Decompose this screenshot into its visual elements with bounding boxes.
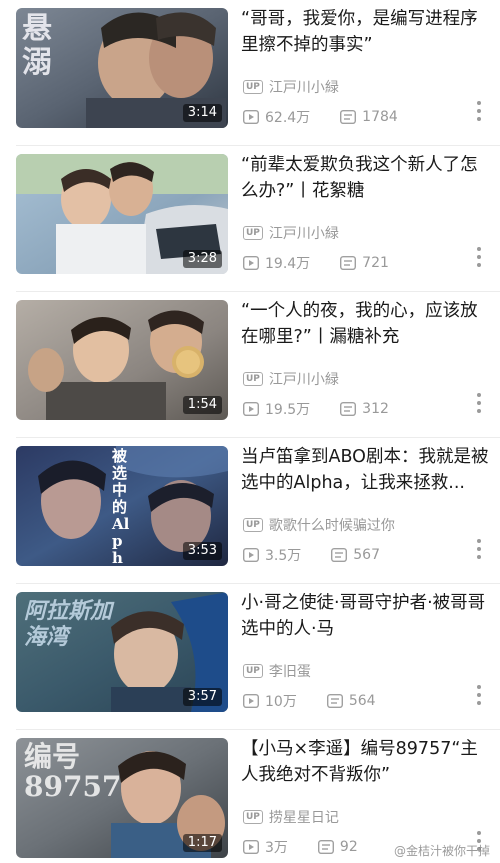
video-duration: 3:28 <box>182 250 222 268</box>
comment-count: 312 <box>340 401 389 417</box>
danmaku-icon <box>340 402 357 416</box>
more-vertical-icon[interactable] <box>476 393 482 413</box>
video-item[interactable]: 3:28 “前辈太爱欺负我这个新人了怎么办?”丨花絮糖 UP 江戸川小緑 19.… <box>0 146 500 292</box>
play-count: 19.4万 <box>243 253 310 273</box>
video-duration: 3:57 <box>182 688 222 706</box>
video-title[interactable]: 小·哥之使徒·哥哥守护者·被哥哥选中的人·马 <box>241 590 489 642</box>
stats-row: 3.5万 567 <box>243 546 410 564</box>
play-icon <box>243 110 259 124</box>
uploader-name[interactable]: 江戸川小緑 <box>269 369 339 389</box>
comment-count-value: 721 <box>362 255 389 271</box>
danmaku-icon <box>340 110 357 124</box>
play-count-value: 19.5万 <box>265 402 311 418</box>
more-vertical-icon[interactable] <box>476 247 482 267</box>
comment-count: 1784 <box>340 109 398 125</box>
play-icon <box>243 548 259 562</box>
video-title[interactable]: 当卢笛拿到ABO剧本：我就是被选中的Alpha，让我来拯救... <box>241 444 489 496</box>
uploader-name[interactable]: 捞星星日记 <box>269 807 339 827</box>
comment-count: 92 <box>317 839 358 855</box>
comment-count-value: 312 <box>362 401 389 417</box>
more-vertical-icon[interactable] <box>476 539 482 559</box>
up-badge-icon: UP <box>243 226 263 240</box>
stats-row: 19.4万 721 <box>243 254 419 272</box>
video-title[interactable]: “前辈太爱欺负我这个新人了怎么办?”丨花絮糖 <box>241 152 489 204</box>
video-item[interactable]: 阿拉斯加海湾 3:57 小·哥之使徒·哥哥守护者·被哥哥选中的人·马 UP 李旧… <box>0 584 500 730</box>
play-icon <box>243 256 259 270</box>
video-thumbnail[interactable]: 阿拉斯加海湾 3:57 <box>16 592 228 712</box>
video-duration: 1:54 <box>182 396 222 414</box>
play-count: 10万 <box>243 691 297 711</box>
uploader-name[interactable]: 江戸川小緑 <box>269 223 339 243</box>
uploader-row[interactable]: UP 歌歌什么时候骗过你 <box>243 516 395 534</box>
up-badge-icon: UP <box>243 372 263 386</box>
video-item[interactable]: 悬溺 3:14 “哥哥，我爱你，是编写进程序里擦不掉的事实” UP 江戸川小緑 … <box>0 0 500 146</box>
uploader-row[interactable]: UP 江戸川小緑 <box>243 78 339 96</box>
comment-count-value: 1784 <box>362 109 398 125</box>
stats-row: 3万 92 <box>243 838 388 856</box>
watermark: @金桔汁被你干掉 <box>393 844 490 858</box>
thumbnail-caption: 阿拉斯加海湾 <box>24 598 113 650</box>
play-count: 3.5万 <box>243 545 301 565</box>
stats-row: 19.5万 312 <box>243 400 419 418</box>
play-icon <box>243 402 259 416</box>
play-icon <box>243 840 259 854</box>
comment-count: 721 <box>340 255 389 271</box>
play-count-value: 62.4万 <box>265 110 311 126</box>
video-duration: 3:14 <box>182 104 222 122</box>
uploader-row[interactable]: UP 江戸川小緑 <box>243 370 339 388</box>
comment-count-value: 92 <box>339 839 358 855</box>
video-title[interactable]: “哥哥，我爱你，是编写进程序里擦不掉的事实” <box>241 6 489 58</box>
danmaku-icon <box>326 694 343 708</box>
danmaku-icon <box>331 548 348 562</box>
thumbnail-caption: 被选中的Alpha <box>112 447 130 567</box>
video-thumbnail[interactable]: 被选中的Alpha 3:53 <box>16 446 228 566</box>
play-count-value: 19.4万 <box>265 256 311 272</box>
uploader-name[interactable]: 歌歌什么时候骗过你 <box>269 515 395 535</box>
uploader-row[interactable]: UP 捞星星日记 <box>243 808 339 826</box>
video-duration: 1:17 <box>182 834 222 852</box>
up-badge-icon: UP <box>243 80 263 94</box>
video-item[interactable]: 被选中的Alpha 3:53 当卢笛拿到ABO剧本：我就是被选中的Alpha，让… <box>0 438 500 584</box>
up-badge-icon: UP <box>243 664 263 678</box>
uploader-name[interactable]: 李旧蛋 <box>269 661 311 681</box>
uploader-row[interactable]: UP 江戸川小緑 <box>243 224 339 242</box>
video-thumbnail[interactable]: 1:54 <box>16 300 228 420</box>
video-list: 悬溺 3:14 “哥哥，我爱你，是编写进程序里擦不掉的事实” UP 江戸川小緑 … <box>0 0 500 863</box>
uploader-row[interactable]: UP 李旧蛋 <box>243 662 311 680</box>
play-icon <box>243 694 259 708</box>
play-count-value: 10万 <box>265 694 297 710</box>
play-count: 3万 <box>243 837 288 857</box>
play-count: 62.4万 <box>243 107 310 127</box>
more-vertical-icon[interactable] <box>476 101 482 121</box>
video-thumbnail[interactable]: 3:28 <box>16 154 228 274</box>
video-thumbnail[interactable]: 编号89757 1:17 <box>16 738 228 858</box>
comment-count: 567 <box>331 547 380 563</box>
play-count: 19.5万 <box>243 399 310 419</box>
comment-count-value: 567 <box>353 547 380 563</box>
up-badge-icon: UP <box>243 810 263 824</box>
video-title[interactable]: 【小马×李遥】编号89757“主人我绝对不背叛你” <box>241 736 489 788</box>
comment-count: 564 <box>326 693 376 709</box>
thumbnail-caption: 悬溺 <box>22 11 52 80</box>
more-vertical-icon[interactable] <box>476 685 482 705</box>
danmaku-icon <box>317 840 334 854</box>
video-duration: 3:53 <box>182 542 222 560</box>
video-title[interactable]: “一个人的夜，我的心，应该放在哪里?”丨漏糖补充 <box>241 298 489 350</box>
video-item[interactable]: 1:54 “一个人的夜，我的心，应该放在哪里?”丨漏糖补充 UP 江戸川小緑 1… <box>0 292 500 438</box>
stats-row: 62.4万 1784 <box>243 108 428 126</box>
uploader-name[interactable]: 江戸川小緑 <box>269 77 339 97</box>
play-count-value: 3.5万 <box>265 548 302 564</box>
comment-count-value: 564 <box>348 693 376 709</box>
stats-row: 10万 564 <box>243 692 406 710</box>
danmaku-icon <box>340 256 357 270</box>
video-thumbnail[interactable]: 悬溺 3:14 <box>16 8 228 128</box>
play-count-value: 3万 <box>265 840 288 856</box>
up-badge-icon: UP <box>243 518 263 532</box>
thumbnail-caption: 编号89757 <box>24 740 122 803</box>
